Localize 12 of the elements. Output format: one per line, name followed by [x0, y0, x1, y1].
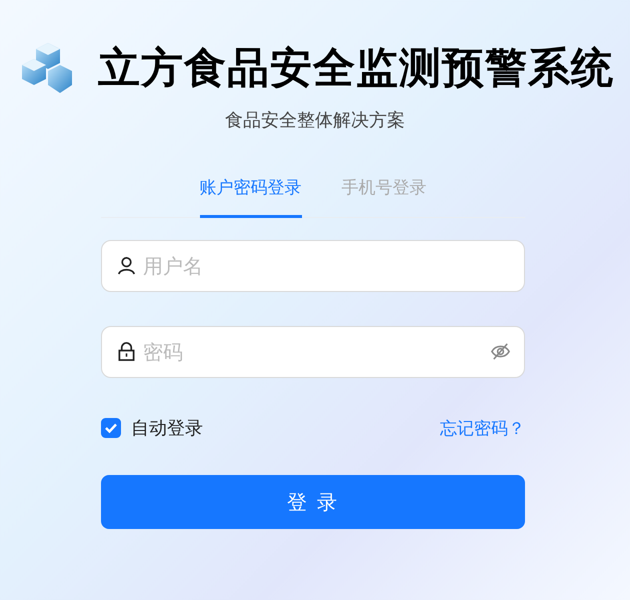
input-field[interactable]: 用户名: [101, 240, 525, 292]
checkbox[interactable]: [101, 418, 121, 438]
input-field[interactable]: 密码: [101, 326, 525, 378]
forgot-password-link[interactable]: 忘记密码？: [440, 416, 525, 440]
hidden-eye-icon[interactable]: [490, 341, 511, 362]
login-tab[interactable]: 账户密码登录: [200, 176, 302, 218]
checkbox-label: 自动登录: [131, 417, 203, 440]
login-button[interactable]: 登 录: [101, 475, 525, 529]
login-tab[interactable]: 手机号登录: [342, 176, 426, 218]
app-subtitle: 食品安全整体解决方案: [224, 109, 406, 132]
app-title: 立方食品安全监测预警系统: [98, 42, 614, 94]
cubes-logo: [20, 41, 74, 95]
